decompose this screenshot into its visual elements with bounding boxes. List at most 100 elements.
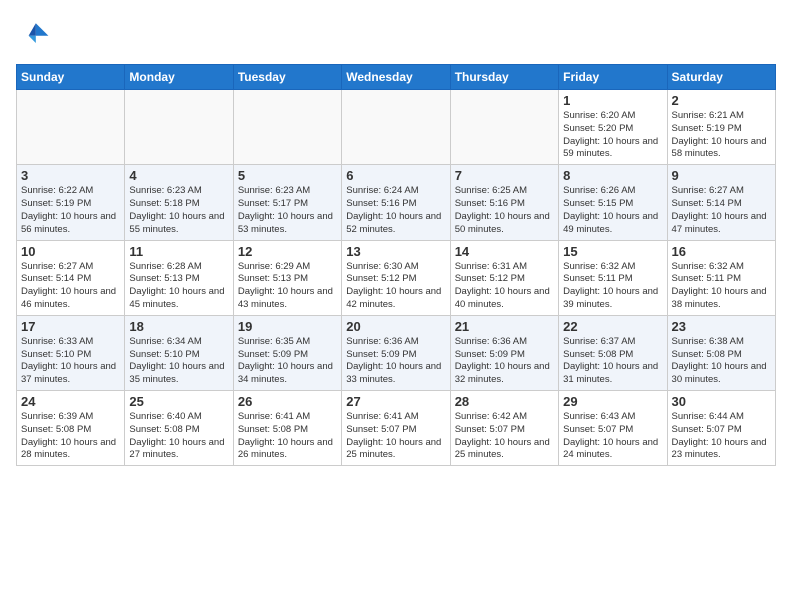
day-number: 26 bbox=[238, 394, 337, 409]
calendar-cell: 5 Sunrise: 6:23 AM Sunset: 5:17 PM Daylig… bbox=[233, 165, 341, 240]
calendar-cell: 12Sunrise: 6:29 AM Sunset: 5:13 PM Dayli… bbox=[233, 240, 341, 315]
day-number: 21 bbox=[455, 319, 554, 334]
calendar-cell: 16 Sunrise: 6:32 AM Sunset: 5:11 PM Dayli… bbox=[667, 240, 775, 315]
day-header-tuesday: Tuesday bbox=[233, 65, 341, 90]
calendar-cell bbox=[342, 90, 450, 165]
day-number: 12 bbox=[238, 244, 337, 259]
calendar-row-3: 10 Sunrise: 6:27 AM Sunset: 5:14 PM Dayli… bbox=[17, 240, 776, 315]
day-info: Sunrise: 6:43 AM Sunset: 5:07 PM Dayligh… bbox=[563, 411, 662, 462]
day-header-sunday: Sunday bbox=[17, 65, 125, 90]
calendar-cell: 19 Sunrise: 6:35 AM Sunset: 5:09 PM Dayli… bbox=[233, 315, 341, 390]
day-info: Sunrise: 6:38 AM Sunset: 5:08 PM Dayligh… bbox=[672, 336, 771, 387]
calendar-cell: 13 Sunrise: 6:30 AM Sunset: 5:12 PM Dayli… bbox=[342, 240, 450, 315]
day-info: Sunrise: 6:20 AM Sunset: 5:20 PM Dayligh… bbox=[563, 110, 662, 161]
calendar-row-1: 1 Sunrise: 6:20 AM Sunset: 5:20 PM Daylig… bbox=[17, 90, 776, 165]
calendar-cell bbox=[450, 90, 558, 165]
calendar-cell: 18Sunrise: 6:34 AM Sunset: 5:10 PM Dayli… bbox=[125, 315, 233, 390]
day-info: Sunrise: 6:33 AM Sunset: 5:10 PM Dayligh… bbox=[21, 336, 120, 387]
day-info: Sunrise: 6:22 AM Sunset: 5:19 PM Dayligh… bbox=[21, 185, 120, 236]
day-info: Sunrise: 6:30 AM Sunset: 5:12 PM Dayligh… bbox=[346, 261, 445, 312]
calendar-cell: 22Sunrise: 6:37 AM Sunset: 5:08 PM Dayli… bbox=[559, 315, 667, 390]
day-number: 2 bbox=[672, 93, 771, 108]
calendar-cell: 11 Sunrise: 6:28 AM Sunset: 5:13 PM Dayli… bbox=[125, 240, 233, 315]
day-number: 25 bbox=[129, 394, 228, 409]
day-info: Sunrise: 6:36 AM Sunset: 5:09 PM Dayligh… bbox=[346, 336, 445, 387]
day-number: 4 bbox=[129, 168, 228, 183]
day-number: 23 bbox=[672, 319, 771, 334]
day-info: Sunrise: 6:41 AM Sunset: 5:08 PM Dayligh… bbox=[238, 411, 337, 462]
day-info: Sunrise: 6:24 AM Sunset: 5:16 PM Dayligh… bbox=[346, 185, 445, 236]
day-number: 10 bbox=[21, 244, 120, 259]
calendar-cell: 14Sunrise: 6:31 AM Sunset: 5:12 PM Dayli… bbox=[450, 240, 558, 315]
logo bbox=[16, 16, 56, 52]
day-number: 27 bbox=[346, 394, 445, 409]
day-info: Sunrise: 6:41 AM Sunset: 5:07 PM Dayligh… bbox=[346, 411, 445, 462]
calendar-table: SundayMondayTuesdayWednesdayThursdayFrid… bbox=[16, 64, 776, 466]
calendar-row-5: 24 Sunrise: 6:39 AM Sunset: 5:08 PM Dayli… bbox=[17, 391, 776, 466]
day-info: Sunrise: 6:36 AM Sunset: 5:09 PM Dayligh… bbox=[455, 336, 554, 387]
day-info: Sunrise: 6:27 AM Sunset: 5:14 PM Dayligh… bbox=[672, 185, 771, 236]
calendar-cell: 4Sunrise: 6:23 AM Sunset: 5:18 PM Daylig… bbox=[125, 165, 233, 240]
day-number: 3 bbox=[21, 168, 120, 183]
day-number: 19 bbox=[238, 319, 337, 334]
header-row: SundayMondayTuesdayWednesdayThursdayFrid… bbox=[17, 65, 776, 90]
day-number: 20 bbox=[346, 319, 445, 334]
day-number: 29 bbox=[563, 394, 662, 409]
day-info: Sunrise: 6:32 AM Sunset: 5:11 PM Dayligh… bbox=[563, 261, 662, 312]
calendar-body: 1 Sunrise: 6:20 AM Sunset: 5:20 PM Daylig… bbox=[17, 90, 776, 466]
day-info: Sunrise: 6:27 AM Sunset: 5:14 PM Dayligh… bbox=[21, 261, 120, 312]
calendar-header: SundayMondayTuesdayWednesdayThursdayFrid… bbox=[17, 65, 776, 90]
calendar-cell: 8Sunrise: 6:26 AM Sunset: 5:15 PM Daylig… bbox=[559, 165, 667, 240]
day-number: 16 bbox=[672, 244, 771, 259]
calendar-cell: 25Sunrise: 6:40 AM Sunset: 5:08 PM Dayli… bbox=[125, 391, 233, 466]
header bbox=[16, 16, 776, 52]
day-number: 28 bbox=[455, 394, 554, 409]
calendar-cell bbox=[233, 90, 341, 165]
day-info: Sunrise: 6:37 AM Sunset: 5:08 PM Dayligh… bbox=[563, 336, 662, 387]
calendar-cell: 20 Sunrise: 6:36 AM Sunset: 5:09 PM Dayli… bbox=[342, 315, 450, 390]
calendar-row-4: 17 Sunrise: 6:33 AM Sunset: 5:10 PM Dayli… bbox=[17, 315, 776, 390]
calendar-cell: 29 Sunrise: 6:43 AM Sunset: 5:07 PM Dayli… bbox=[559, 391, 667, 466]
day-number: 5 bbox=[238, 168, 337, 183]
day-number: 18 bbox=[129, 319, 228, 334]
day-info: Sunrise: 6:23 AM Sunset: 5:17 PM Dayligh… bbox=[238, 185, 337, 236]
calendar-cell: 17 Sunrise: 6:33 AM Sunset: 5:10 PM Dayli… bbox=[17, 315, 125, 390]
calendar-cell: 2 Sunrise: 6:21 AM Sunset: 5:19 PM Daylig… bbox=[667, 90, 775, 165]
calendar-cell: 23 Sunrise: 6:38 AM Sunset: 5:08 PM Dayli… bbox=[667, 315, 775, 390]
calendar-cell: 9 Sunrise: 6:27 AM Sunset: 5:14 PM Daylig… bbox=[667, 165, 775, 240]
day-number: 6 bbox=[346, 168, 445, 183]
day-header-wednesday: Wednesday bbox=[342, 65, 450, 90]
day-info: Sunrise: 6:35 AM Sunset: 5:09 PM Dayligh… bbox=[238, 336, 337, 387]
day-number: 11 bbox=[129, 244, 228, 259]
day-info: Sunrise: 6:32 AM Sunset: 5:11 PM Dayligh… bbox=[672, 261, 771, 312]
day-number: 9 bbox=[672, 168, 771, 183]
day-number: 24 bbox=[21, 394, 120, 409]
calendar-cell: 24 Sunrise: 6:39 AM Sunset: 5:08 PM Dayli… bbox=[17, 391, 125, 466]
day-info: Sunrise: 6:44 AM Sunset: 5:07 PM Dayligh… bbox=[672, 411, 771, 462]
day-number: 1 bbox=[563, 93, 662, 108]
logo-icon bbox=[16, 16, 52, 52]
day-info: Sunrise: 6:28 AM Sunset: 5:13 PM Dayligh… bbox=[129, 261, 228, 312]
day-info: Sunrise: 6:21 AM Sunset: 5:19 PM Dayligh… bbox=[672, 110, 771, 161]
day-info: Sunrise: 6:39 AM Sunset: 5:08 PM Dayligh… bbox=[21, 411, 120, 462]
day-info: Sunrise: 6:26 AM Sunset: 5:15 PM Dayligh… bbox=[563, 185, 662, 236]
calendar-cell: 28 Sunrise: 6:42 AM Sunset: 5:07 PM Dayli… bbox=[450, 391, 558, 466]
calendar-cell: 3 Sunrise: 6:22 AM Sunset: 5:19 PM Daylig… bbox=[17, 165, 125, 240]
calendar-cell: 10 Sunrise: 6:27 AM Sunset: 5:14 PM Dayli… bbox=[17, 240, 125, 315]
calendar-cell bbox=[17, 90, 125, 165]
day-number: 7 bbox=[455, 168, 554, 183]
day-header-friday: Friday bbox=[559, 65, 667, 90]
calendar-cell: 7Sunrise: 6:25 AM Sunset: 5:16 PM Daylig… bbox=[450, 165, 558, 240]
day-info: Sunrise: 6:31 AM Sunset: 5:12 PM Dayligh… bbox=[455, 261, 554, 312]
calendar-cell: 26 Sunrise: 6:41 AM Sunset: 5:08 PM Dayli… bbox=[233, 391, 341, 466]
calendar-cell bbox=[125, 90, 233, 165]
calendar-cell: 21 Sunrise: 6:36 AM Sunset: 5:09 PM Dayli… bbox=[450, 315, 558, 390]
day-number: 15 bbox=[563, 244, 662, 259]
calendar-cell: 30 Sunrise: 6:44 AM Sunset: 5:07 PM Dayli… bbox=[667, 391, 775, 466]
day-number: 17 bbox=[21, 319, 120, 334]
day-info: Sunrise: 6:42 AM Sunset: 5:07 PM Dayligh… bbox=[455, 411, 554, 462]
calendar-row-2: 3 Sunrise: 6:22 AM Sunset: 5:19 PM Daylig… bbox=[17, 165, 776, 240]
day-number: 30 bbox=[672, 394, 771, 409]
day-number: 13 bbox=[346, 244, 445, 259]
day-header-monday: Monday bbox=[125, 65, 233, 90]
